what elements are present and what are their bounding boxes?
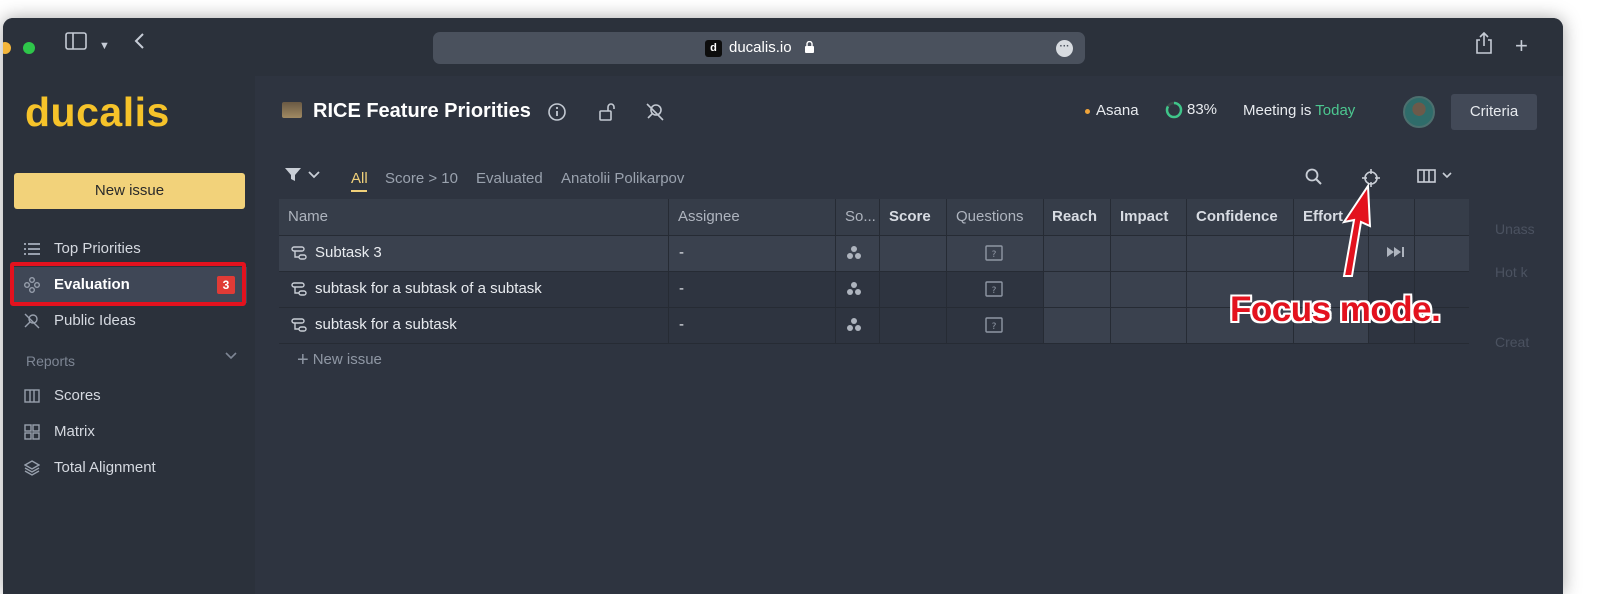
questions-icon[interactable]: ? <box>985 317 1003 333</box>
progress-percent: 83% <box>1187 101 1218 118</box>
columns-icon <box>24 389 40 403</box>
new-tab-icon[interactable]: + <box>1515 32 1528 60</box>
new-issue-label: New issue <box>312 351 382 368</box>
meeting-status[interactable]: Meeting is Today <box>1243 102 1355 119</box>
logo[interactable]: ducalis <box>25 86 170 138</box>
chevron-down-icon[interactable] <box>225 349 237 363</box>
filter-tab-evaluated[interactable]: Evaluated <box>476 170 543 187</box>
annotation-highlight-box <box>10 262 246 306</box>
svg-text:?: ? <box>992 286 997 296</box>
annotation-label: Focus mode. <box>1230 290 1441 329</box>
new-issue-button[interactable]: New issue <box>14 173 245 209</box>
issue-name[interactable]: subtask for a subtask of a subtask <box>315 271 542 307</box>
sidebar-item-label: Total Alignment <box>54 459 156 476</box>
subtask-icon <box>291 282 307 296</box>
more-icon[interactable]: ··· <box>1056 40 1073 57</box>
plus-icon: + <box>297 349 309 371</box>
reports-section-label: Reports <box>26 353 76 369</box>
panel-unassigned-label: Unass <box>1495 221 1535 237</box>
search-icon[interactable] <box>1305 168 1323 191</box>
grid-icon <box>24 424 40 440</box>
notifications-off-icon[interactable] <box>645 102 665 122</box>
layers-icon <box>24 460 40 476</box>
panel-hotkeys-label: Hot k <box>1495 264 1528 280</box>
sidebar-item-matrix[interactable]: Matrix <box>11 414 247 450</box>
meeting-when: Today <box>1315 102 1356 119</box>
zoom-button[interactable] <box>23 42 35 54</box>
progress-ring-icon <box>1165 101 1183 119</box>
lock-icon <box>805 41 814 53</box>
annotation-arrow <box>1341 182 1372 277</box>
source-icon <box>847 318 861 331</box>
integration-label: Asana <box>1096 102 1139 119</box>
filter-icon[interactable] <box>285 168 321 185</box>
board-icon <box>282 102 302 118</box>
source-icon <box>847 282 861 295</box>
source-icon <box>847 246 861 259</box>
panel-created-label: Creat <box>1495 334 1530 350</box>
issue-name[interactable]: subtask for a subtask <box>315 307 457 343</box>
assignee-value[interactable]: - <box>679 307 684 343</box>
list-icon <box>24 243 40 255</box>
criteria-button[interactable]: Criteria <box>1451 94 1537 130</box>
sidebar-item-total-alignment[interactable]: Total Alignment <box>11 450 247 486</box>
filter-tab-all[interactable]: All <box>351 170 368 187</box>
assignee-value[interactable]: - <box>679 271 684 307</box>
sidebar-toggle-icon[interactable] <box>65 32 87 60</box>
site-favicon: d <box>705 40 722 57</box>
sidebar-item-label: Matrix <box>54 423 95 440</box>
evaluation-progress[interactable]: 83% <box>1165 100 1217 120</box>
address-bar[interactable]: d ducalis.io ··· <box>433 32 1085 64</box>
chevron-down-icon[interactable]: ▼ <box>99 32 110 60</box>
row-divider <box>279 235 1469 236</box>
subtask-icon <box>291 246 307 260</box>
table-row[interactable]: Subtask 3 - ? <box>279 235 1469 271</box>
filter-tab-score[interactable]: Score > 10 <box>385 170 458 187</box>
sidebar-item-label: Scores <box>54 387 101 404</box>
svg-text:?: ? <box>992 250 997 260</box>
browser-titlebar: ▼ d ducalis.io ··· + <box>3 18 1563 76</box>
sidebar: ducalis New issue Top Priorities Evaluat… <box>3 76 255 594</box>
active-tab-indicator <box>351 190 367 192</box>
main-content: RICE Feature Priorities Asana 83% Meetin… <box>255 76 1563 594</box>
column-header-confidence[interactable]: Confidence <box>1187 199 1278 235</box>
column-header-reach[interactable]: Reach <box>1043 199 1097 235</box>
filter-tab-user[interactable]: Anatolii Polikarpov <box>561 170 684 187</box>
issue-name[interactable]: Subtask 3 <box>315 235 382 271</box>
questions-icon[interactable]: ? <box>985 245 1003 261</box>
info-icon[interactable] <box>547 102 567 122</box>
integration-status[interactable]: Asana <box>1085 102 1139 119</box>
assignee-value[interactable]: - <box>679 235 684 271</box>
columns-view-icon[interactable] <box>1417 168 1453 189</box>
url-text: ducalis.io <box>729 39 792 56</box>
page-title: RICE Feature Priorities <box>313 100 531 122</box>
sidebar-item-scores[interactable]: Scores <box>11 378 247 414</box>
column-header-questions[interactable]: Questions <box>947 199 1024 235</box>
column-header-impact[interactable]: Impact <box>1111 199 1168 235</box>
svg-text:?: ? <box>992 322 997 332</box>
status-dot <box>1085 108 1090 114</box>
back-icon[interactable] <box>133 32 145 60</box>
minimize-button[interactable] <box>3 42 11 54</box>
share-icon[interactable] <box>1475 31 1493 64</box>
new-issue-row[interactable]: + New issue <box>297 349 382 372</box>
questions-icon[interactable]: ? <box>985 281 1003 297</box>
row-divider <box>279 271 1469 272</box>
meeting-prefix: Meeting is <box>1243 102 1316 119</box>
column-header-name[interactable]: Name <box>279 199 328 235</box>
column-header-score[interactable]: Score <box>880 199 931 235</box>
avatar[interactable] <box>1403 96 1435 128</box>
unlock-icon[interactable] <box>597 102 617 122</box>
sidebar-item-public-ideas[interactable]: Public Ideas <box>11 303 247 339</box>
row-divider <box>279 343 1469 344</box>
public-ideas-icon <box>24 313 40 329</box>
column-header-source[interactable]: So... <box>836 199 876 235</box>
column-header-assignee[interactable]: Assignee <box>669 199 740 235</box>
sidebar-item-label: Public Ideas <box>54 312 136 329</box>
subtask-icon <box>291 318 307 332</box>
